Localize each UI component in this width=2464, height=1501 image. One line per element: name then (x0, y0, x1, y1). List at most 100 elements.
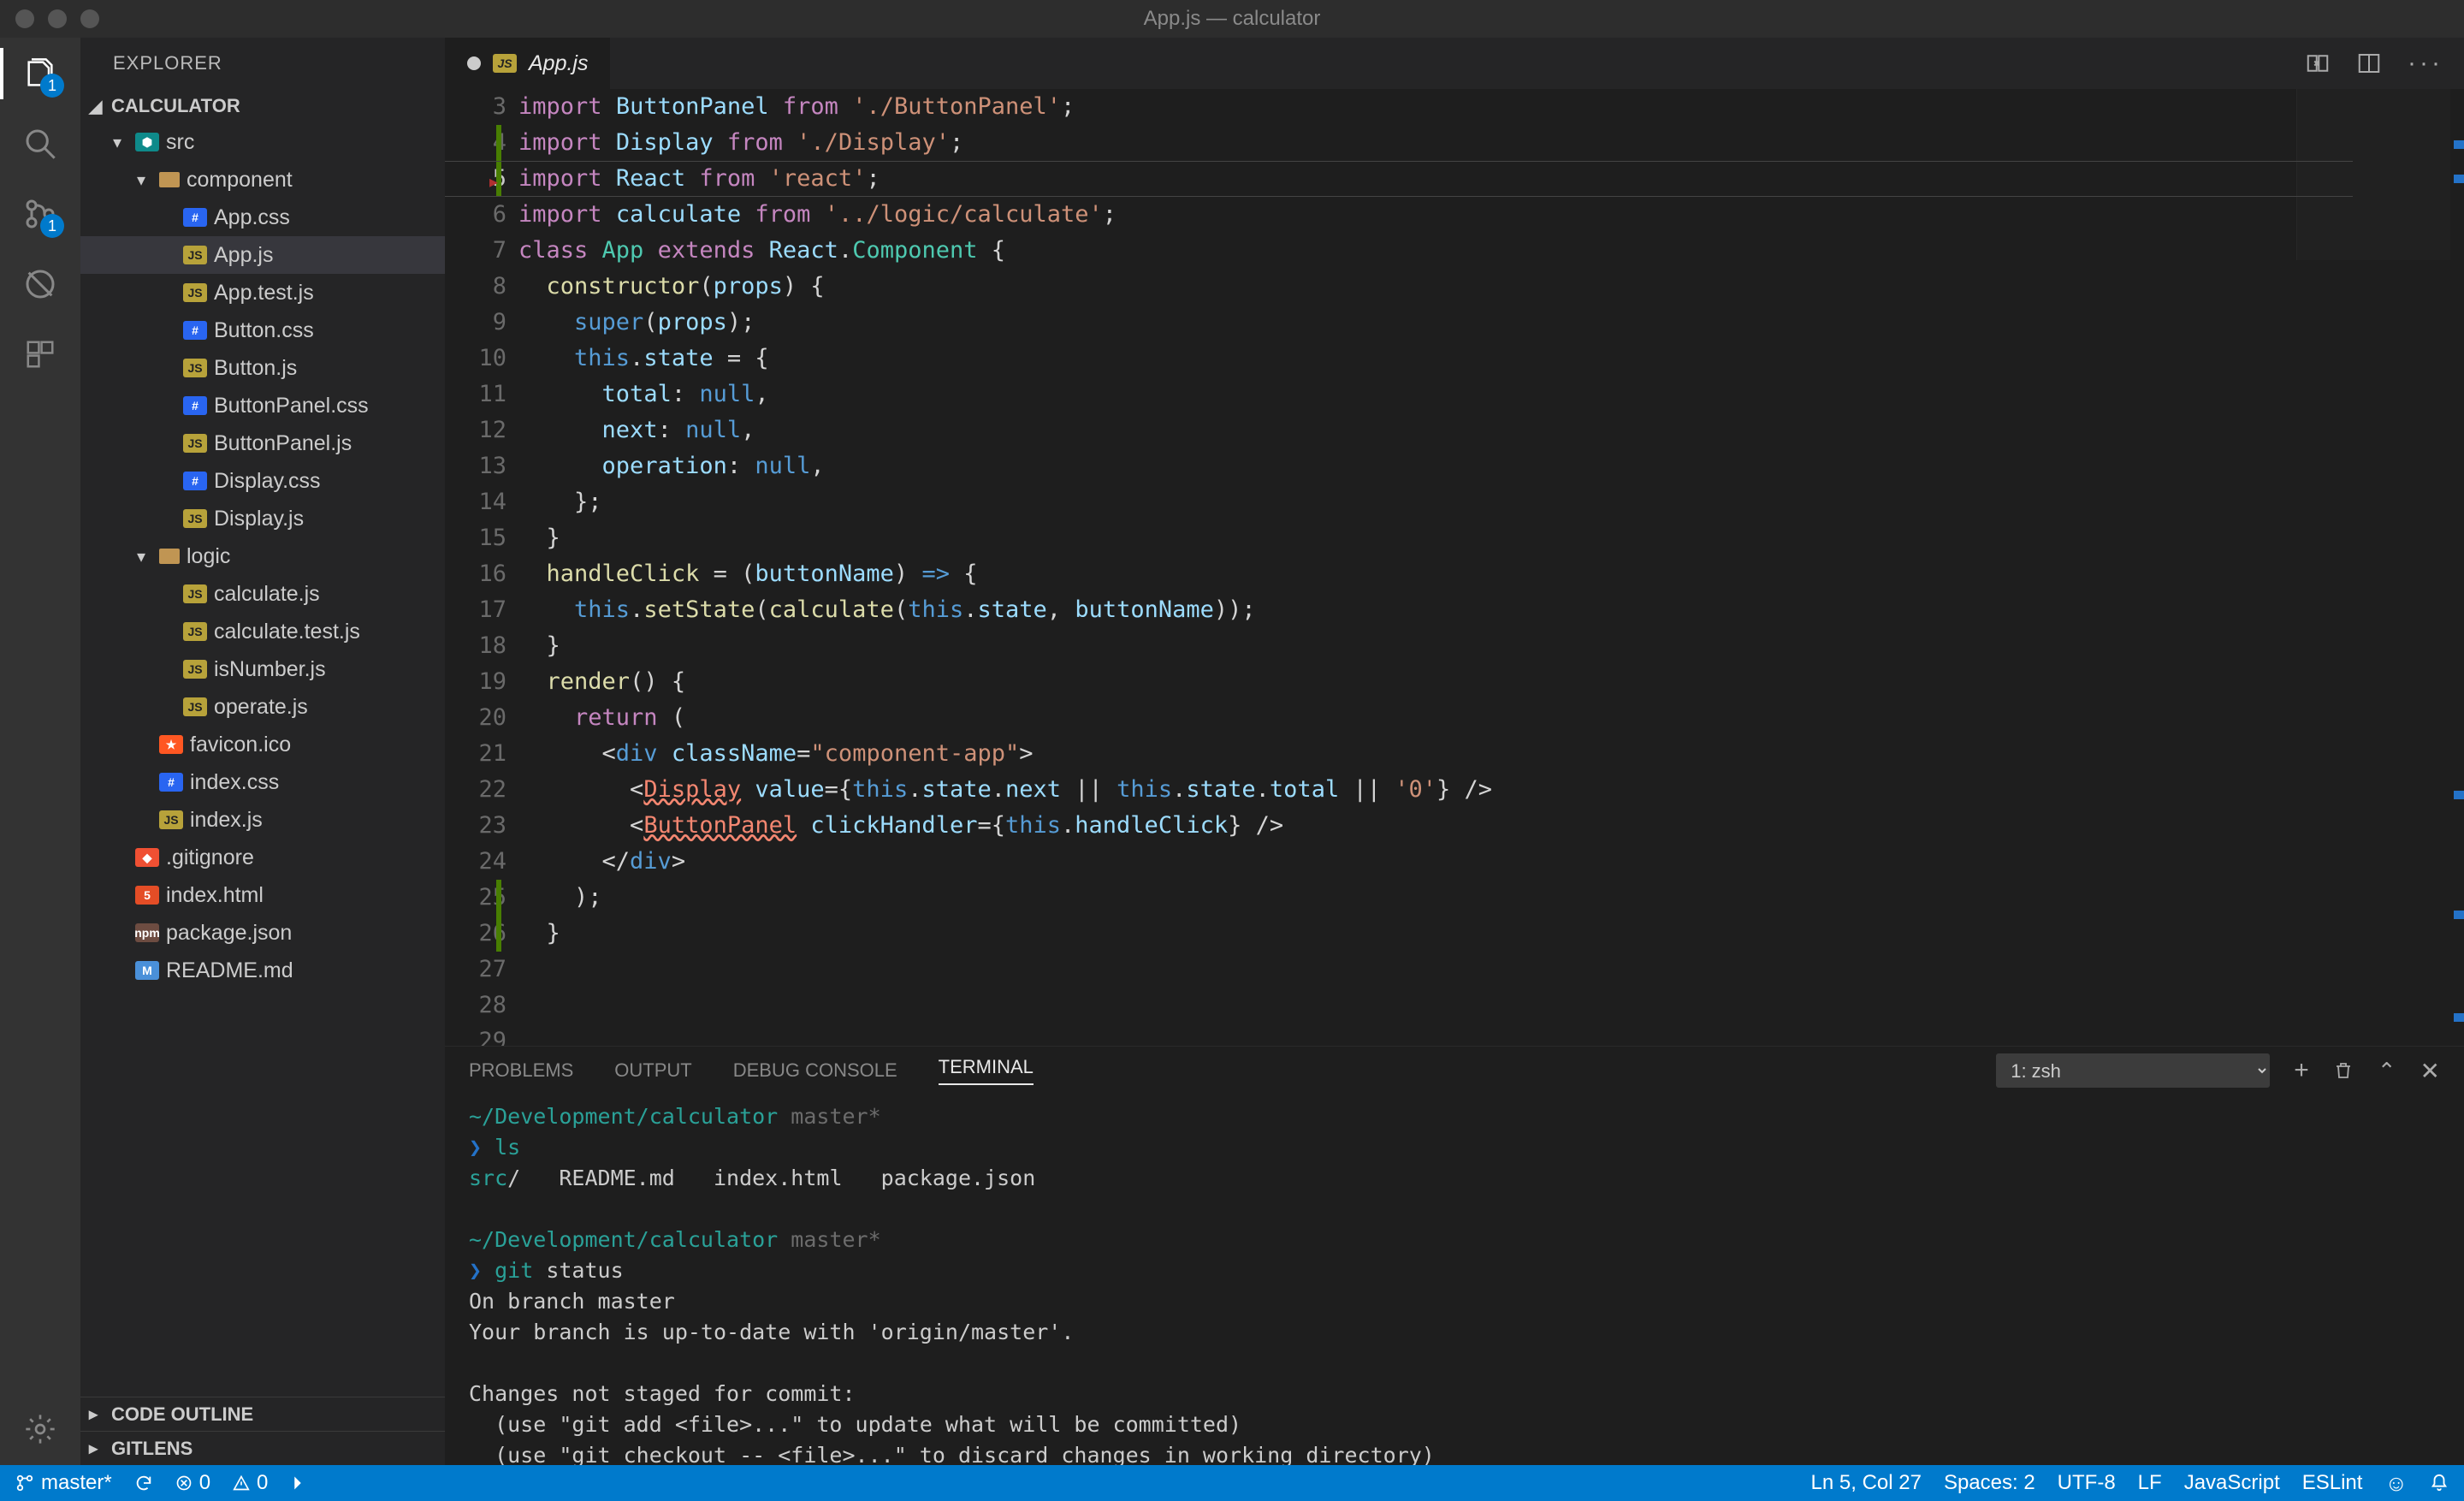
status-cursor-pos[interactable]: Ln 5, Col 27 (1811, 1471, 1922, 1495)
tree-item[interactable]: MREADME.md (80, 952, 445, 989)
tree-item[interactable]: ★favicon.ico (80, 726, 445, 763)
tree-item[interactable]: npmpackage.json (80, 914, 445, 952)
tree-item[interactable]: JS App.test.js (80, 274, 445, 311)
tree-item[interactable]: JScalculate.js (80, 575, 445, 613)
status-encoding[interactable]: UTF-8 (2058, 1471, 2116, 1495)
sidebar-section-code-outline[interactable]: ▸CODE OUTLINE (80, 1397, 445, 1431)
new-terminal-icon[interactable]: + (2294, 1056, 2309, 1085)
tree-item[interactable]: JScalculate.test.js (80, 613, 445, 650)
sidebar: EXPLORER ◢ CALCULATOR ▾⬢src▾component#Ap… (80, 38, 445, 1465)
status-branch[interactable]: master* (15, 1471, 112, 1495)
tree-item[interactable]: ▾ logic (80, 537, 445, 575)
panel-tab-debug-console[interactable]: DEBUG CONSOLE (733, 1059, 897, 1082)
panel-close-icon[interactable]: ✕ (2420, 1057, 2440, 1085)
tree-item-label: ButtonPanel.js (214, 431, 352, 456)
tree-item-label: Button.js (214, 356, 297, 381)
status-feedback-icon[interactable]: ☺ (2384, 1470, 2408, 1497)
panel-tab-problems[interactable]: PROBLEMS (469, 1059, 573, 1082)
tree-item-label: logic (187, 544, 230, 569)
tree-item-label: index.html (166, 883, 264, 908)
minimap[interactable] (2296, 89, 2450, 260)
js-icon: JS (183, 246, 207, 264)
scm-badge: 1 (40, 214, 64, 238)
split-editor-icon[interactable] (2356, 50, 2382, 76)
kill-terminal-icon[interactable] (2333, 1059, 2354, 1083)
react-icon: ⬢ (135, 133, 159, 151)
tree-item-label: Button.css (214, 318, 314, 343)
status-sync[interactable] (134, 1474, 153, 1492)
status-language[interactable]: JavaScript (2184, 1471, 2280, 1495)
js-icon: JS (183, 434, 207, 453)
code-content[interactable]: import ButtonPanel from './ButtonPanel';… (518, 89, 2464, 1046)
tree-item-label: App.test.js (214, 281, 314, 306)
tree-item[interactable]: ▾⬢src (80, 123, 445, 161)
js-icon: JS (183, 697, 207, 716)
terminal-output[interactable]: ~/Development/calculator master* ❯ ls sr… (445, 1095, 2464, 1465)
tree-item[interactable]: #ButtonPanel.css (80, 387, 445, 424)
more-icon[interactable]: ··· (2408, 49, 2443, 78)
status-eol[interactable]: LF (2138, 1471, 2162, 1495)
activity-settings[interactable] (20, 1409, 61, 1450)
panel-maximize-icon[interactable]: ⌃ (2378, 1058, 2396, 1084)
status-eslint[interactable]: ESLint (2302, 1471, 2363, 1495)
tree-item[interactable]: JS isNumber.js (80, 650, 445, 688)
css-icon: # (183, 472, 207, 490)
panel-tab-output[interactable]: OUTPUT (614, 1059, 691, 1082)
js-icon: JS (493, 54, 517, 73)
tree-item-label: ButtonPanel.css (214, 394, 369, 418)
activity-explorer[interactable]: 1 (20, 53, 61, 94)
panel-tab-terminal[interactable]: TERMINAL (939, 1056, 1034, 1085)
activity-bar: 1 1 (0, 38, 80, 1465)
traffic-close[interactable] (15, 9, 34, 28)
tree-item[interactable]: JSoperate.js (80, 688, 445, 726)
chevron-icon: ▾ (137, 169, 152, 191)
tree-item-label: App.js (214, 243, 273, 268)
activity-search[interactable] (20, 123, 61, 164)
tree-item-label: Display.js (214, 507, 304, 531)
status-errors[interactable]: 0 (175, 1471, 210, 1495)
window-title: App.js — calculator (0, 7, 2464, 31)
tree-item[interactable]: #App.css (80, 199, 445, 236)
editor[interactable]: 3456789101112131415161718192021222324252… (445, 89, 2464, 1046)
tree-item[interactable]: JS Display.js (80, 500, 445, 537)
editor-actions: ··· (2305, 38, 2464, 89)
tab-app-js[interactable]: JS App.js (445, 38, 611, 89)
sidebar-section-gitlens[interactable]: ▸GITLENS (80, 1431, 445, 1465)
traffic-min[interactable] (48, 9, 67, 28)
tree-item[interactable]: #Display.css (80, 462, 445, 500)
activity-debug[interactable] (20, 264, 61, 305)
tree-item[interactable]: JSButton.js (80, 349, 445, 387)
chevron-icon: ▾ (137, 546, 152, 567)
test-icon: JS (183, 283, 207, 302)
status-spaces[interactable]: Spaces: 2 (1944, 1471, 2035, 1495)
status-prettier-icon[interactable] (290, 1474, 305, 1492)
tree-item[interactable]: #index.css (80, 763, 445, 801)
tree-item[interactable]: 5 index.html (80, 876, 445, 914)
activity-extensions[interactable] (20, 334, 61, 375)
tree-item[interactable]: ◆.gitignore (80, 839, 445, 876)
tree-item-label: component (187, 168, 293, 193)
terminal-select[interactable]: 1: zsh (1996, 1053, 2270, 1088)
fold-icon (159, 549, 180, 564)
editor-area: JS App.js ··· 34567891011121314151617181… (445, 38, 2464, 1465)
traffic-max[interactable] (80, 9, 99, 28)
status-bell-icon[interactable] (2430, 1474, 2449, 1492)
html-icon: 5 (135, 886, 159, 905)
sidebar-section-calculator[interactable]: ◢ CALCULATOR (80, 89, 445, 123)
tree-item-label: isNumber.js (214, 657, 326, 682)
tree-item[interactable]: #Button.css (80, 311, 445, 349)
tree-item[interactable]: JS App.js (80, 236, 445, 274)
tree-item[interactable]: JSindex.js (80, 801, 445, 839)
tree-item-label: calculate.js (214, 582, 320, 607)
tree-item-label: .gitignore (166, 845, 254, 870)
js-icon: JS (183, 660, 207, 679)
tree-item[interactable]: JS ButtonPanel.js (80, 424, 445, 462)
js-icon: JS (183, 509, 207, 528)
tree-item[interactable]: ▾ component (80, 161, 445, 199)
status-warnings[interactable]: 0 (233, 1471, 268, 1495)
compare-icon[interactable] (2305, 50, 2331, 76)
tab-bar: JS App.js ··· (445, 38, 2464, 89)
css-icon: # (183, 208, 207, 227)
activity-scm[interactable]: 1 (20, 193, 61, 234)
tree-item-label: src (166, 130, 194, 155)
